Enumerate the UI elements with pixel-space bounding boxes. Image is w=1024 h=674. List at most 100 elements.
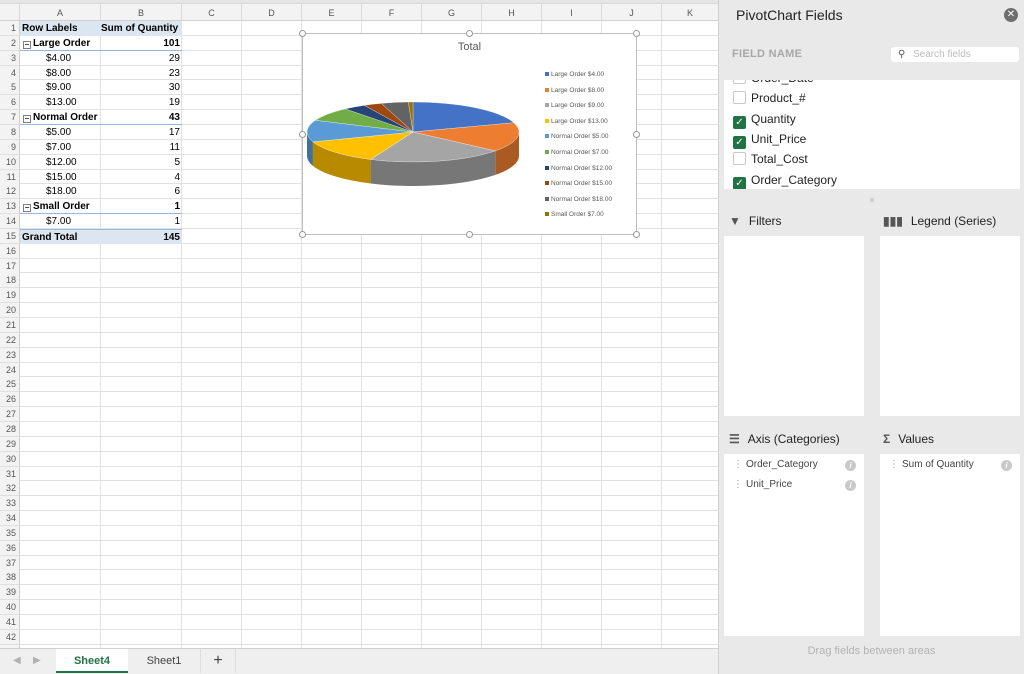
pivot-item-label[interactable]: $5.00 <box>20 125 101 140</box>
checkbox[interactable]: ✓ <box>733 135 746 149</box>
pivot-item-value[interactable]: 17 <box>101 125 182 140</box>
resize-handle[interactable] <box>633 30 640 37</box>
next-sheet-icon[interactable]: ▶ <box>33 655 41 666</box>
pivot-item-value[interactable]: 23 <box>101 66 182 81</box>
column-header-h[interactable]: H <box>482 4 542 22</box>
legend-entry[interactable]: Normal Order $12.00 <box>545 165 612 181</box>
checkbox[interactable]: ✓ <box>733 115 746 129</box>
row-header-7[interactable]: 7 <box>0 110 20 126</box>
row-header-2[interactable]: 2 <box>0 35 20 51</box>
axis-item-order-category[interactable]: ⋮ Order_Category <box>733 459 818 470</box>
row-header-13[interactable]: 13 <box>0 199 20 215</box>
row-header-14[interactable]: 14 <box>0 214 20 230</box>
resize-handle[interactable] <box>299 231 306 238</box>
row-header-33[interactable]: 33 <box>0 496 20 512</box>
collapse-icon[interactable]: − <box>23 40 31 49</box>
row-header-40[interactable]: 40 <box>0 600 20 616</box>
field-order-category[interactable]: ✓ Order_Category <box>733 170 837 189</box>
row-header-29[interactable]: 29 <box>0 436 20 452</box>
resize-handle[interactable] <box>633 231 640 238</box>
column-header-i[interactable]: I <box>542 4 602 22</box>
row-header-26[interactable]: 26 <box>0 392 20 408</box>
values-item-sum-of-quantity[interactable]: ⋮ Sum of Quantity <box>889 459 974 470</box>
pivot-item-value[interactable]: 1 <box>101 214 182 229</box>
row-header-1[interactable]: 1 <box>0 21 20 36</box>
row-header-25[interactable]: 25 <box>0 377 20 393</box>
row-header-6[interactable]: 6 <box>0 95 20 111</box>
row-header-27[interactable]: 27 <box>0 407 20 423</box>
tab-sheet4[interactable]: Sheet4 <box>56 649 128 673</box>
row-header-35[interactable]: 35 <box>0 525 20 541</box>
row-header-18[interactable]: 18 <box>0 273 20 289</box>
row-header-30[interactable]: 30 <box>0 451 20 467</box>
row-header-19[interactable]: 19 <box>0 288 20 304</box>
row-header-3[interactable]: 3 <box>0 50 20 66</box>
row-header-34[interactable]: 34 <box>0 511 20 527</box>
pivot-header-row-labels[interactable]: Row Labels <box>20 21 101 36</box>
legend-entry[interactable]: Large Order $13.00 <box>545 118 612 134</box>
row-header-37[interactable]: 37 <box>0 555 20 571</box>
resize-handle[interactable] <box>466 231 473 238</box>
checkbox[interactable] <box>733 152 746 166</box>
legend-entry[interactable]: Small Order $7.00 <box>545 211 612 227</box>
pivot-grand-total-value[interactable]: 145 <box>101 228 182 244</box>
spreadsheet[interactable]: ABCDEFGHIJK 1 2 3 4 5 6 7 8 9 10 11 12 13 14 15 16 17 18 1… <box>0 0 718 648</box>
column-header-k[interactable]: K <box>662 4 718 22</box>
pivot-group-total[interactable]: 101 <box>101 36 182 51</box>
column-header-e[interactable]: E <box>302 4 362 22</box>
row-header-21[interactable]: 21 <box>0 318 20 333</box>
pivot-item-value[interactable]: 4 <box>101 170 182 185</box>
legend-entry[interactable]: Normal Order $5.00 <box>545 133 612 149</box>
field-quantity[interactable]: ✓ Quantity <box>733 109 796 129</box>
row-header-41[interactable]: 41 <box>0 615 20 630</box>
row-header-42[interactable]: 42 <box>0 629 20 645</box>
close-icon[interactable]: ✕ <box>1004 8 1018 22</box>
prev-sheet-icon[interactable]: ◀ <box>13 655 21 666</box>
row-header-10[interactable]: 10 <box>0 154 20 170</box>
checkbox[interactable] <box>733 80 746 84</box>
row-header-24[interactable]: 24 <box>0 362 20 378</box>
legend-entry[interactable]: Large Order $8.00 <box>545 87 612 103</box>
field-order-date[interactable]: Order_Date <box>733 80 814 88</box>
pivot-grand-total-label[interactable]: Grand Total <box>20 228 101 244</box>
column-header-a[interactable]: A <box>20 4 101 22</box>
field-product-[interactable]: Product_# <box>733 88 806 108</box>
pivot-group-label[interactable]: − Small Order <box>20 199 101 215</box>
pie-chart[interactable] <box>303 34 543 234</box>
row-header-32[interactable]: 32 <box>0 481 20 497</box>
collapse-icon[interactable]: − <box>23 204 31 213</box>
row-header-39[interactable]: 39 <box>0 585 20 601</box>
resize-handle[interactable] <box>299 30 306 37</box>
row-header-17[interactable]: 17 <box>0 258 20 274</box>
collapse-icon[interactable]: − <box>23 115 31 124</box>
info-icon[interactable]: i <box>845 460 856 471</box>
column-header-d[interactable]: D <box>242 4 302 22</box>
row-header-5[interactable]: 5 <box>0 80 20 96</box>
tab-sheet1[interactable]: Sheet1 <box>128 649 200 673</box>
filters-drop-area[interactable] <box>724 236 864 416</box>
pivot-item-label[interactable]: $12.00 <box>20 155 101 170</box>
legend-entry[interactable]: Normal Order $7.00 <box>545 149 612 165</box>
row-header-36[interactable]: 36 <box>0 540 20 556</box>
row-header-23[interactable]: 23 <box>0 347 20 363</box>
resize-handle[interactable] <box>633 131 640 138</box>
axis-item-unit-price[interactable]: ⋮ Unit_Price <box>733 479 792 490</box>
axis-drop-area[interactable]: ⋮ Order_Category i ⋮ Unit_Price i <box>724 454 864 636</box>
row-header-31[interactable]: 31 <box>0 466 20 482</box>
field-unit-price[interactable]: ✓ Unit_Price <box>733 129 806 149</box>
pivot-item-label[interactable]: $7.00 <box>20 140 101 155</box>
legend-entry[interactable]: Large Order $4.00 <box>545 71 612 87</box>
field-list[interactable]: Order_Date Product_# ✓ Quantity ✓ Unit_Price T… <box>724 80 1020 189</box>
row-header-15[interactable]: 15 <box>0 228 20 244</box>
pivot-item-label[interactable]: $13.00 <box>20 95 101 110</box>
column-header-g[interactable]: G <box>422 4 482 22</box>
legend-entry[interactable]: Large Order $9.00 <box>545 102 612 118</box>
add-sheet-button[interactable]: + <box>200 649 236 673</box>
pivot-group-total[interactable]: 43 <box>101 110 182 126</box>
pivot-item-label[interactable]: $8.00 <box>20 66 101 81</box>
pivot-item-label[interactable]: $9.00 <box>20 80 101 95</box>
row-header-22[interactable]: 22 <box>0 332 20 348</box>
row-header-16[interactable]: 16 <box>0 243 20 259</box>
row-header-4[interactable]: 4 <box>0 65 20 81</box>
select-all-corner[interactable] <box>0 4 20 22</box>
